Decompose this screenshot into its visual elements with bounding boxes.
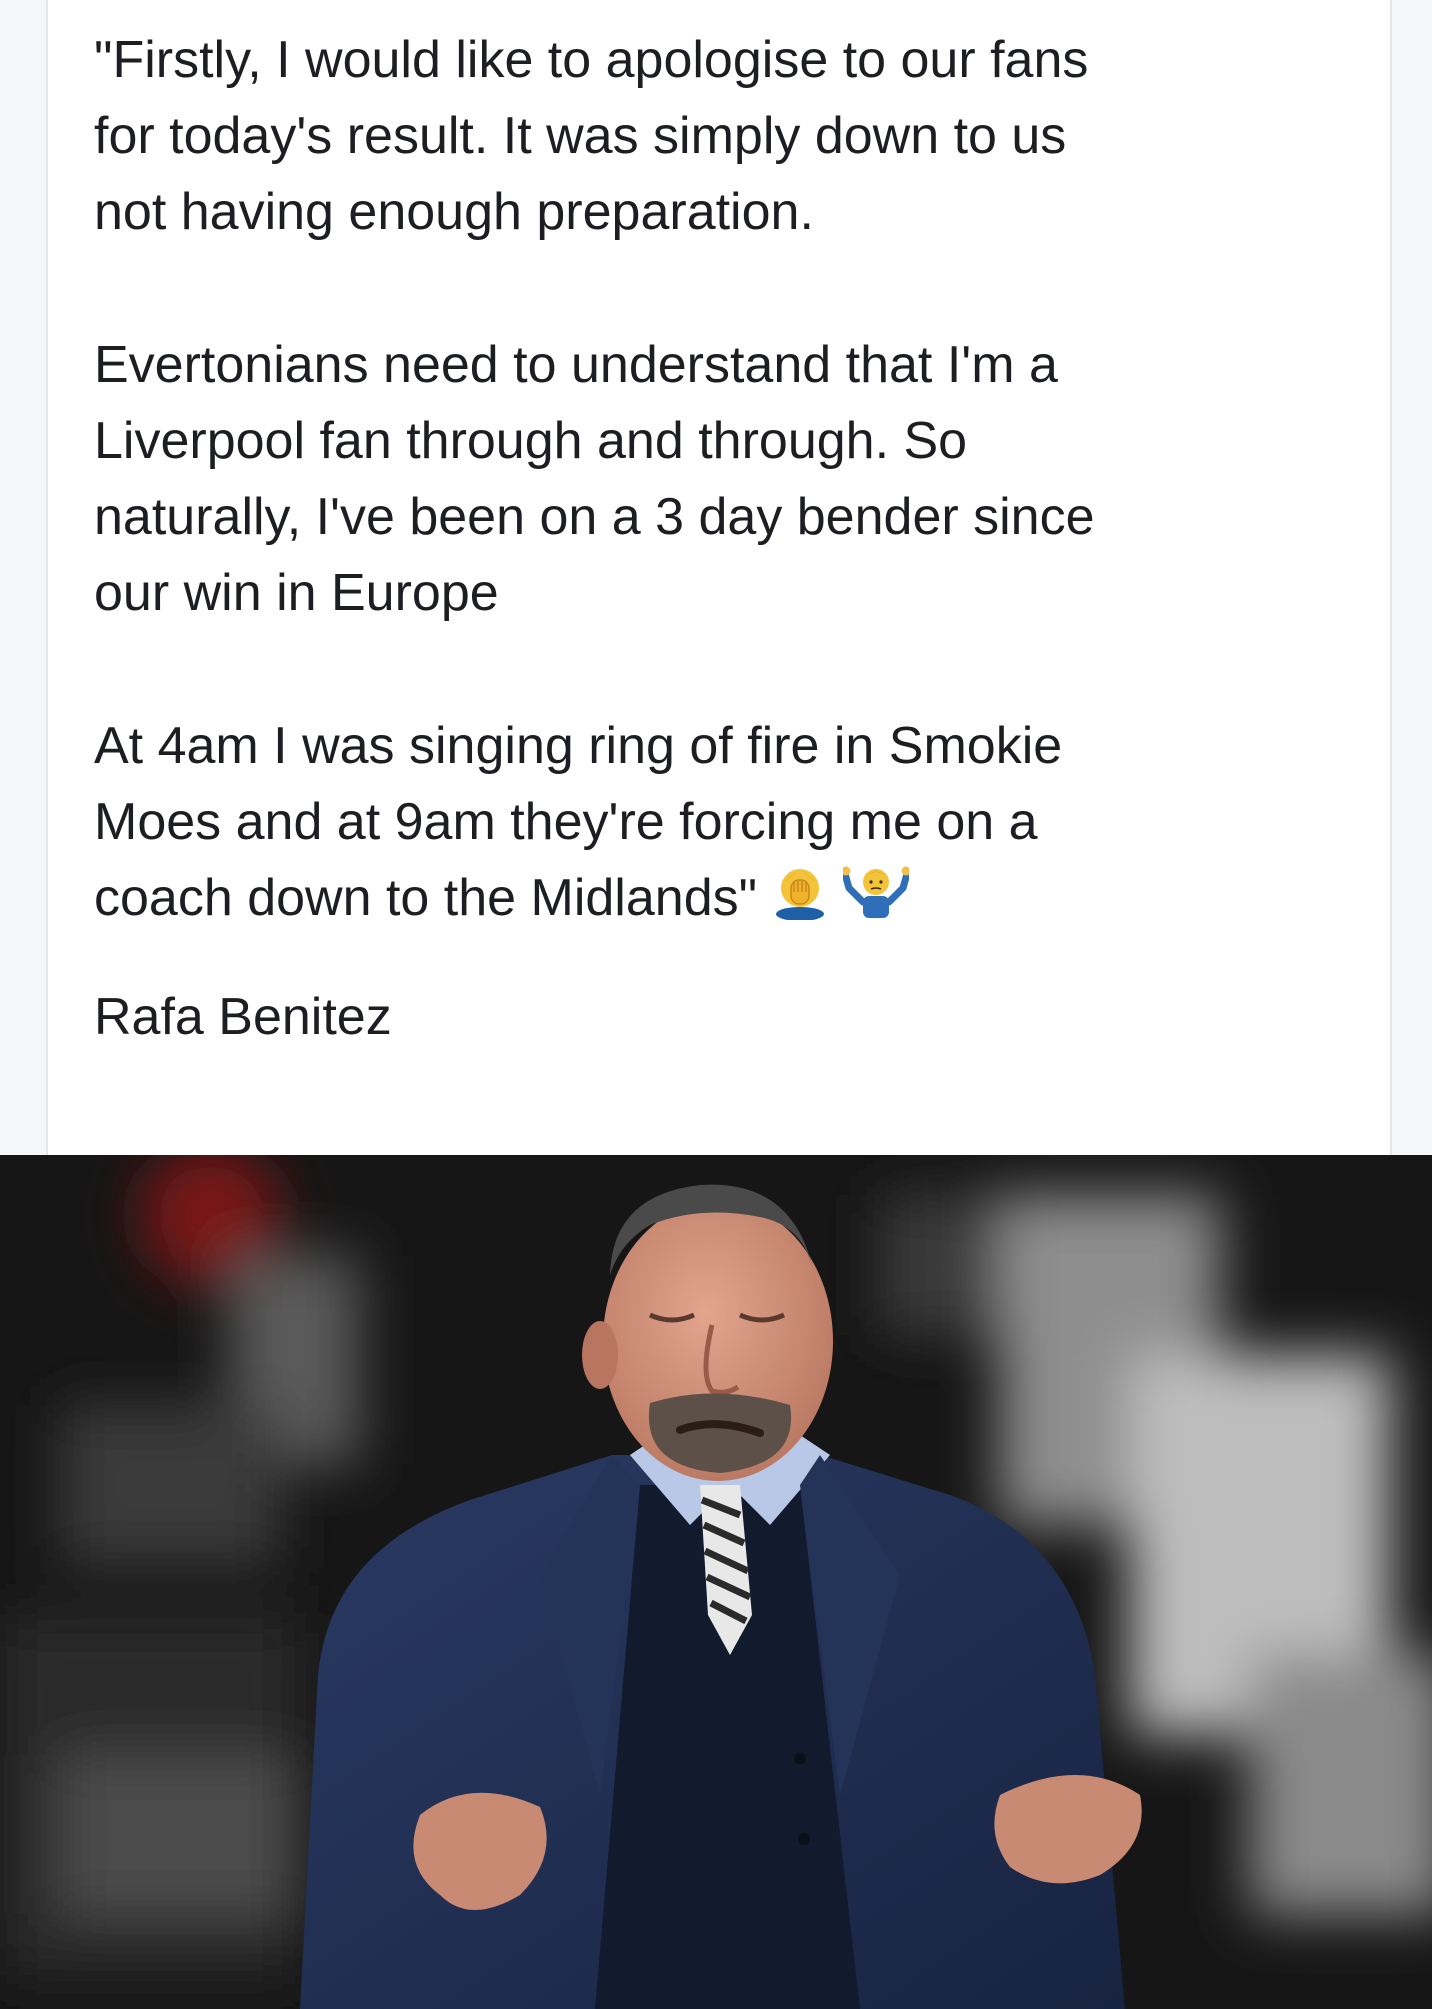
post-body: "Firstly, I would like to apologise to o… bbox=[94, 22, 1354, 1132]
post-paragraph-1: "Firstly, I would like to apologise to o… bbox=[94, 31, 1089, 241]
post-card: "Firstly, I would like to apologise to o… bbox=[46, 0, 1392, 1155]
facepalm-emoji-icon bbox=[771, 862, 829, 941]
shrug-emoji-icon bbox=[841, 862, 911, 941]
photo-illustration bbox=[0, 1155, 1432, 2009]
post-paragraph-3: At 4am I was singing ring of fire in Smo… bbox=[94, 708, 1354, 941]
post-paragraph-2: Evertonians need to understand that I'm … bbox=[94, 336, 1095, 622]
post-signature: Rafa Benitez bbox=[94, 987, 392, 1046]
photo-man-shrugging bbox=[0, 1155, 1432, 2009]
post-paragraph-3-text: At 4am I was singing ring of fire in Smo… bbox=[94, 717, 1063, 927]
